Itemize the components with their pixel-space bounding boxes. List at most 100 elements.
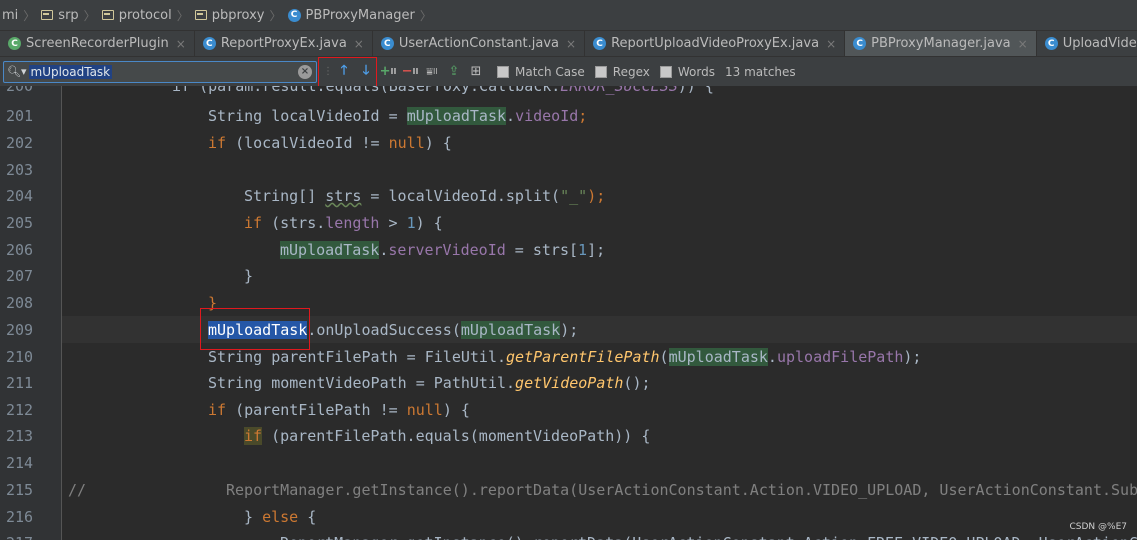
tab-uploadvideowithsharedialog[interactable]: C UploadVideowithShareDialog [1037,31,1137,56]
line-number: 207 [6,267,34,285]
code-line[interactable]: 207} [0,263,1137,290]
line-number: 200 [6,86,34,95]
search-input[interactable]: 🔍︎▾ mUploadTask × [3,60,317,83]
tab-screenrecorderplugin[interactable]: C ScreenRecorderPlugin × [0,31,195,56]
class-icon: C [380,37,394,50]
code-text: mUploadTask.serverVideoId = strs[1]; [280,241,606,259]
code-text: String[] strs = localVideoId.split("_"); [244,187,606,205]
line-number: 206 [6,241,34,259]
search-match: mUploadTask [668,348,768,366]
code-text: String momentVideoPath = PathUtil.getVid… [208,374,651,392]
breadcrumb-item-pbproxy[interactable]: pbproxy 〉 [193,0,286,30]
code-text: } else { [244,508,317,526]
add-occurrence-button[interactable]: + II [377,61,399,83]
annotation-box [200,308,310,350]
close-icon[interactable]: × [176,37,186,51]
breadcrumb-item-srp[interactable]: srp 〉 [39,0,99,30]
close-icon[interactable]: × [1018,37,1028,51]
code-text: if (parentFilePath != null) { [208,401,470,419]
match-count: 13 matches [724,64,796,79]
folder-icon [194,10,207,20]
tab-pbproxymanager[interactable]: C PBProxyManager.java × [845,31,1037,56]
breadcrumb-label: pbproxy [211,7,265,23]
breadcrumb-label: PBProxyManager [305,7,415,23]
match-case-checkbox[interactable] [497,65,509,78]
close-icon[interactable]: × [566,37,576,51]
code-line[interactable]: 205 if (strs.length > 1) { [0,210,1137,237]
breadcrumb-item-pbproxymanager[interactable]: C PBProxyManager 〉 [286,0,436,30]
line-number: 203 [6,161,34,179]
code-editor[interactable]: 200 if (param.result.equals(BaseProxy.Cal… [0,86,1137,540]
close-icon[interactable]: × [354,37,364,51]
breadcrumb-label: srp [58,7,79,23]
code-line[interactable]: 206 mUploadTask.serverVideoId = strs[1]; [0,237,1137,264]
chevron-right-icon: 〉 [419,8,432,23]
breadcrumb-label: mi [2,7,19,23]
export-icon[interactable]: ⇪ [443,61,465,83]
words-checkbox[interactable] [659,65,672,78]
code-line[interactable]: 210 String parentFilePath = FileUtil.getP… [0,344,1137,371]
line-number: 208 [6,294,34,312]
remove-occurrence-button[interactable]: − II [399,61,421,83]
code-line[interactable]: 217 ReportManager.getInstance().reportDat… [0,530,1137,540]
line-number: 213 [6,427,34,445]
code-line[interactable]: 201 String localVideoId = mUploadTask.vid… [0,103,1137,130]
regex-label[interactable]: Regex [613,65,650,79]
plugin-class-icon: C [8,37,21,50]
breadcrumb-item-mi[interactable]: mi 〉 [0,0,39,30]
class-icon: C [287,8,301,22]
tab-label: UserActionConstant.java [398,36,560,51]
line-number: 210 [6,348,34,366]
line-number: 214 [6,454,34,472]
code-line[interactable]: 215 // ReportManager.getInstance().reportD… [0,477,1137,504]
line-number: 205 [6,214,34,232]
filter-icon[interactable]: ⊞ [465,61,487,83]
code-line[interactable]: 212 if (parentFilePath != null) { [0,397,1137,424]
tab-reportuploadvideoproxyex[interactable]: C ReportUploadVideoProxyEx.java × [585,31,846,56]
chevron-right-icon: 〉 [23,8,36,23]
regex-checkbox[interactable] [594,65,607,78]
tab-label: ReportProxyEx.java [220,36,347,51]
class-icon: C [593,37,607,50]
code-text: } [244,267,254,285]
tab-label: PBProxyManager.java [871,36,1011,51]
search-icon[interactable]: 🔍︎▾ [7,65,27,78]
code-line[interactable]: 214 [0,450,1137,477]
select-all-occurrences-button[interactable]: ⩸ II [421,61,443,83]
line-number: 204 [6,187,34,205]
breadcrumb-label: protocol [118,7,172,23]
code-line[interactable]: 202 if (localVideoId != null) { [0,130,1137,157]
chevron-right-icon: 〉 [269,8,282,23]
search-query[interactable]: mUploadTask [28,64,113,79]
match-case-label[interactable]: Match Case [515,65,585,79]
search-match: mUploadTask [406,107,507,125]
tab-useractionconstant[interactable]: C UserActionConstant.java × [373,31,586,56]
clear-icon[interactable]: × [298,64,312,79]
code-text: if (localVideoId != null) { [208,134,452,152]
annotation-box [318,57,377,87]
code-line[interactable]: 203 [0,157,1137,184]
code-line[interactable]: 204 String[] strs = localVideoId.split("_… [0,183,1137,210]
class-icon: C [1044,37,1058,50]
line-number: 202 [6,134,34,152]
tab-label: ReportUploadVideoProxyEx.java [611,36,820,51]
find-bar: 🔍︎▾ mUploadTask × ⋮ 🡑 🡓 + II − II ⩸ II ⇪ ⊞ … [0,57,1137,86]
line-number: 211 [6,374,34,392]
editor-tabs: C ScreenRecorderPlugin × C ReportProxyEx.ja… [0,31,1137,57]
tab-reportproxyex[interactable]: C ReportProxyEx.java × [195,31,373,56]
words-label[interactable]: Words [678,65,715,79]
code-line[interactable]: 200 if (param.result.equals(BaseProxy.Cal… [0,86,1137,100]
code-line[interactable]: 209 mUploadTask.onUploadSuccess(mUploadTa… [0,317,1137,344]
code-line[interactable]: 216} else { [0,504,1137,531]
code-line[interactable]: 213 if (parentFilePath.equals(momentVideo… [0,423,1137,450]
search-match: mUploadTask [280,241,380,259]
code-line[interactable]: 208} [0,290,1137,317]
tab-label: UploadVideowithShareDialog [1062,36,1137,51]
breadcrumb-item-protocol[interactable]: protocol 〉 [100,0,193,30]
search-match: mUploadTask [460,321,561,339]
code-line[interactable]: 211 String momentVideoPath = PathUtil.get… [0,370,1137,397]
code-text: ReportManager.getInstance().reportData(U… [280,530,1137,540]
close-icon[interactable]: × [826,37,836,51]
folder-icon [41,10,54,20]
line-number: 215 [6,481,34,499]
